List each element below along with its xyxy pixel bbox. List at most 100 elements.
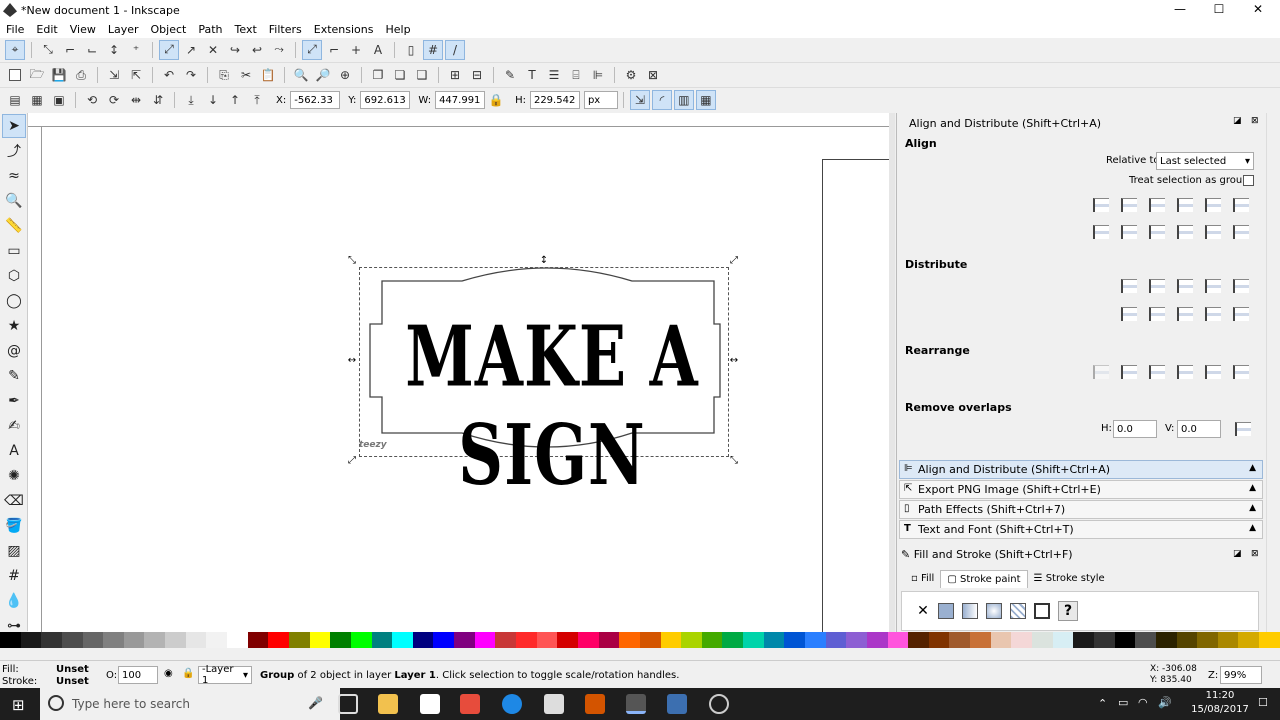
select-all-icon[interactable]: ▤ (5, 90, 25, 110)
palette-swatch[interactable] (1259, 632, 1280, 648)
center-vertical-axis-icon[interactable] (1146, 194, 1168, 216)
palette-swatch[interactable] (557, 632, 578, 648)
palette-swatch[interactable] (908, 632, 929, 648)
dock-iconify-icon[interactable]: ◪ (1233, 116, 1242, 126)
import-icon[interactable]: ⇲ (104, 65, 124, 85)
flat-color-icon[interactable] (938, 603, 954, 619)
overlap-h-field[interactable]: 0.0 (1113, 420, 1157, 438)
microphone-icon[interactable]: 🎤 (308, 696, 323, 710)
selector-tool-icon[interactable]: ➤ (2, 114, 26, 138)
menu-edit[interactable]: Edit (36, 23, 57, 36)
palette-swatch[interactable] (722, 632, 744, 648)
stroke-value[interactable]: Unset (56, 676, 89, 687)
distribute-right-icon[interactable] (1174, 275, 1196, 297)
print-icon[interactable]: ⎙ (71, 65, 91, 85)
move-gradients-icon[interactable]: ▥ (673, 90, 694, 110)
palette-swatch[interactable] (350, 632, 372, 648)
vertical-ruler[interactable] (28, 127, 42, 632)
palette-swatch[interactable] (1011, 632, 1033, 648)
distribute-baseline-v-icon[interactable] (1230, 303, 1252, 325)
unit-select[interactable]: px (583, 91, 618, 109)
snap-cusp-icon[interactable]: ↪ (225, 40, 245, 60)
eraser-tool-icon[interactable]: ⌫ (2, 489, 26, 513)
align-left-to-right-icon[interactable] (1202, 194, 1224, 216)
fill-stroke-icon[interactable]: ✎ (500, 65, 520, 85)
relative-to-select[interactable]: Last selected ▾ (1156, 152, 1254, 170)
palette-swatch[interactable] (185, 632, 207, 648)
palette-swatch[interactable] (846, 632, 867, 648)
h-field[interactable]: 229.542 (529, 91, 580, 109)
pattern-icon[interactable] (1034, 603, 1050, 619)
redo-icon[interactable]: ↷ (181, 65, 201, 85)
exchange-selection-order-icon[interactable] (1118, 361, 1140, 383)
palette-swatch[interactable] (227, 632, 248, 648)
exchange-z-order-icon[interactable] (1146, 361, 1168, 383)
snap-rotation-icon[interactable]: + (346, 40, 366, 60)
align-bottom-edges-icon[interactable] (1174, 221, 1196, 243)
menu-path[interactable]: Path (198, 23, 222, 36)
scale-handle-w[interactable]: ↔ (347, 356, 357, 366)
palette-swatch[interactable] (495, 632, 517, 648)
palette-swatch[interactable] (701, 632, 723, 648)
distribute-gaps-h-icon[interactable] (1202, 275, 1224, 297)
panel-align-distribute[interactable]: ⊫ Align and Distribute (Shift+Ctrl+A) ▲ (899, 460, 1263, 479)
palette-swatch[interactable] (516, 632, 537, 648)
palette-swatch[interactable] (0, 632, 21, 648)
distribute-center-h-icon[interactable] (1146, 275, 1168, 297)
export-icon[interactable]: ⇱ (126, 65, 146, 85)
panel-export-png[interactable]: ⇱ Export PNG Image (Shift+Ctrl+E) ▲ (899, 480, 1263, 499)
minimize-button[interactable]: — (1160, 0, 1200, 20)
dropper-tool-icon[interactable]: 💧 (2, 589, 26, 613)
no-paint-icon[interactable]: ✕ (912, 603, 934, 619)
snap-nodes-icon[interactable]: ⤢ (159, 39, 179, 60)
snap-intersection-icon[interactable]: ✕ (203, 40, 223, 60)
save-icon[interactable]: 💾 (49, 65, 69, 85)
rotate-ccw-icon[interactable]: ⟲ (82, 90, 102, 110)
raise-top-icon[interactable]: ⤒ (247, 90, 267, 110)
palette-swatch[interactable] (970, 632, 991, 648)
align-right-edges-icon[interactable] (1174, 194, 1196, 216)
sign-text[interactable]: MAKE A SIGN (402, 307, 702, 504)
group-icon[interactable]: ⊞ (445, 65, 465, 85)
rotate-cw-icon[interactable]: ⟳ (104, 90, 124, 110)
lock-ratio-icon[interactable]: 🔒 (486, 90, 506, 110)
layers-icon[interactable]: ☰ (544, 65, 564, 85)
tab-stroke-paint[interactable]: ▢ Stroke paint (940, 570, 1028, 588)
palette-swatch[interactable] (949, 632, 971, 648)
paste-icon[interactable]: 📋 (258, 65, 278, 85)
layer-select[interactable]: -Layer 1 ▾ (198, 664, 252, 686)
powerpoint-icon[interactable] (585, 694, 605, 714)
text-tool-icon[interactable]: A (2, 439, 26, 463)
menu-object[interactable]: Object (151, 23, 187, 36)
align-bottom-to-top-icon[interactable] (1090, 221, 1112, 243)
inkscape-taskbar-icon[interactable] (626, 694, 646, 714)
open-icon[interactable]: 🗁 (27, 65, 47, 85)
ungroup-icon[interactable]: ⊟ (467, 65, 487, 85)
palette-swatch[interactable] (804, 632, 826, 648)
mail-icon[interactable] (544, 694, 564, 714)
panel-text-font[interactable]: T Text and Font (Shift+Ctrl+T) ▲ (899, 520, 1263, 539)
palette-swatch[interactable] (619, 632, 640, 648)
star-tool-icon[interactable]: ★ (2, 314, 26, 338)
unlink-clone-icon[interactable]: ❑ (412, 65, 432, 85)
distribute-center-v-icon[interactable] (1146, 303, 1168, 325)
scale-handle-ne[interactable]: ⤢ (729, 256, 739, 266)
palette-swatch[interactable] (454, 632, 475, 648)
align-distribute-icon[interactable]: ⊫ (588, 65, 608, 85)
palette-swatch[interactable] (268, 632, 289, 648)
palette-swatch[interactable] (82, 632, 104, 648)
palette-swatch[interactable] (990, 632, 1012, 648)
palette-swatch[interactable] (1114, 632, 1136, 648)
palette-swatch[interactable] (763, 632, 785, 648)
palette-swatch[interactable] (577, 632, 599, 648)
snap-page-icon[interactable]: ▯ (401, 40, 421, 60)
chrome-icon[interactable] (709, 694, 729, 714)
pen-tool-icon[interactable]: ✒ (2, 389, 26, 413)
pencil-tool-icon[interactable]: ✎ (2, 364, 26, 388)
screen-recorder-icon[interactable] (667, 694, 687, 714)
palette-swatch[interactable] (598, 632, 620, 648)
unclump-icon[interactable] (1230, 361, 1252, 383)
palette-swatch[interactable] (743, 632, 764, 648)
zoom-selection-icon[interactable]: 🔍 (291, 65, 311, 85)
palette-swatch[interactable] (536, 632, 558, 648)
